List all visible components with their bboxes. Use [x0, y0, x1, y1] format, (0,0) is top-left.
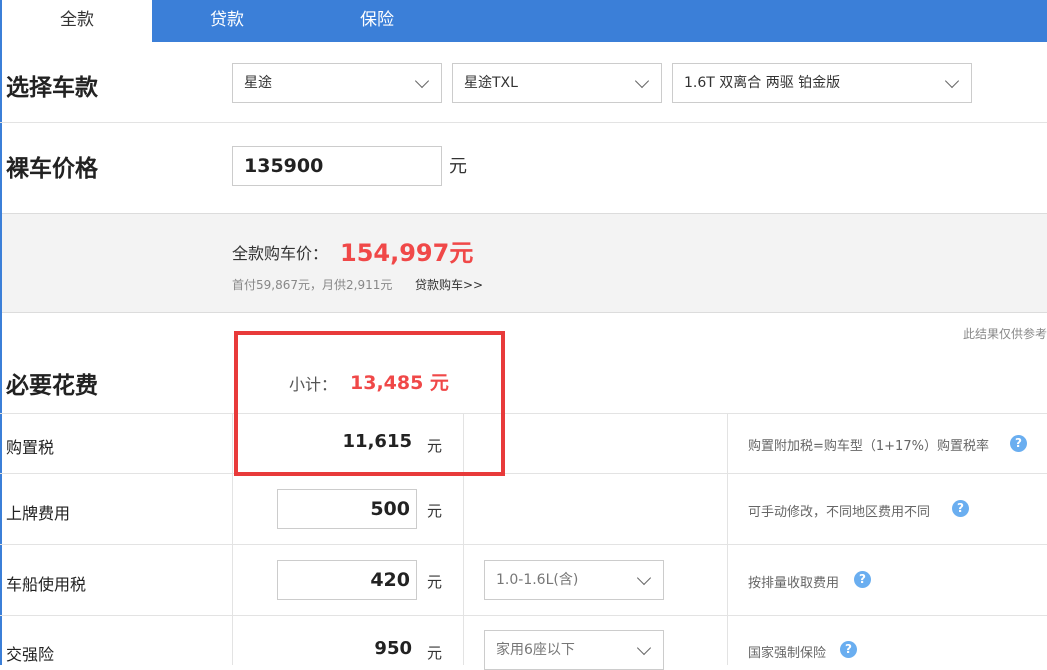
column-divider — [232, 413, 233, 665]
loan-purchase-link[interactable]: 贷款购车>> — [415, 276, 483, 293]
divider — [0, 473, 1047, 474]
compulsory-insurance-unit: 元 — [427, 644, 443, 662]
total-price-label: 全款购车价： — [232, 244, 329, 263]
brand-select[interactable]: 星途 — [232, 63, 442, 103]
left-border — [0, 42, 2, 665]
trim-select[interactable]: 1.6T 双离合 两驱 铂金版 — [672, 63, 972, 103]
compulsory-insurance-value: 950 — [374, 638, 412, 659]
column-divider — [727, 413, 728, 665]
help-icon[interactable]: ? — [854, 571, 871, 588]
required-costs-title: 必要花费 — [6, 373, 98, 399]
chevron-down-icon — [634, 73, 650, 89]
tab-loan[interactable]: 贷款 — [152, 0, 302, 42]
help-icon[interactable]: ? — [952, 500, 969, 517]
help-icon[interactable]: ? — [1010, 435, 1027, 452]
series-select[interactable]: 星途TXL — [452, 63, 662, 103]
series-select-value: 星途TXL — [464, 75, 518, 91]
help-icon[interactable]: ? — [840, 641, 857, 658]
vehicle-tax-unit: 元 — [427, 573, 443, 591]
select-model-title: 选择车款 — [6, 75, 98, 101]
chevron-down-icon — [636, 640, 652, 656]
tab-insurance[interactable]: 保险 — [302, 0, 452, 42]
brand-select-value: 星途 — [244, 75, 272, 91]
purchase-tax-note: 购置附加税=购车型（1+17%）购置税率 — [748, 439, 989, 454]
chevron-down-icon — [636, 570, 652, 586]
highlight-box — [234, 331, 505, 476]
compulsory-insurance-label: 交强险 — [6, 645, 55, 664]
vehicle-tax-note: 按排量收取费用 — [748, 576, 840, 591]
bare-price-title: 裸车价格 — [6, 156, 98, 182]
divider — [0, 413, 1047, 414]
price-summary — [2, 213, 1047, 313]
registration-fee-label: 上牌费用 — [6, 504, 71, 523]
divider — [0, 122, 1047, 123]
tab-full-payment[interactable]: 全款 — [0, 0, 152, 42]
compulsory-insurance-note: 国家强制保险 — [748, 646, 827, 661]
registration-fee-note: 可手动修改，不同地区费用不同 — [748, 505, 931, 520]
purchase-tax-label: 购置税 — [6, 438, 55, 457]
registration-fee-input[interactable]: 500 — [277, 489, 417, 529]
vehicle-tax-label: 车船使用税 — [6, 575, 87, 594]
total-price-value: 154,997元 — [340, 239, 474, 267]
loan-info: 首付59,867元，月供2,911元 — [232, 278, 393, 292]
bare-price-unit: 元 — [449, 156, 467, 177]
bare-price-input[interactable]: 135900 — [232, 146, 442, 186]
trim-select-value: 1.6T 双离合 两驱 铂金版 — [684, 75, 841, 91]
vehicle-tax-input[interactable]: 420 — [277, 560, 417, 600]
displacement-select[interactable]: 1.0-1.6L(含) — [484, 560, 664, 600]
registration-fee-unit: 元 — [427, 502, 443, 520]
divider — [0, 615, 1047, 616]
chevron-down-icon — [414, 73, 430, 89]
disclaimer: 此结果仅供参考 — [962, 327, 1047, 341]
seat-type-select[interactable]: 家用6座以下 — [484, 630, 664, 670]
seat-type-select-value: 家用6座以下 — [496, 642, 575, 658]
chevron-down-icon — [944, 73, 960, 89]
divider — [0, 544, 1047, 545]
displacement-select-value: 1.0-1.6L(含) — [496, 572, 579, 588]
